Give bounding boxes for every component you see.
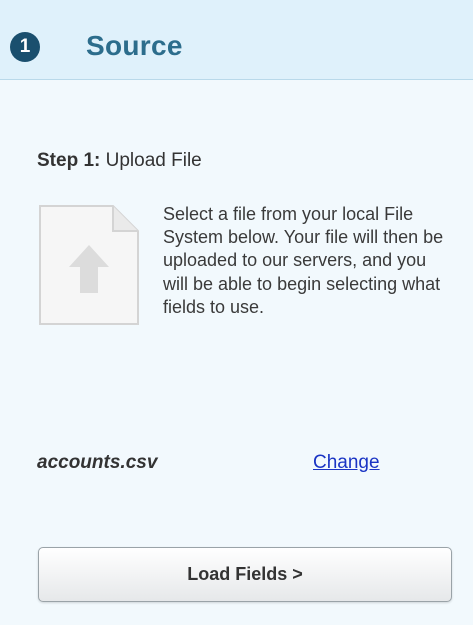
- file-upload-icon: [39, 205, 139, 325]
- panel-header: 1 Source: [0, 0, 473, 80]
- step-label: Step 1:: [37, 150, 101, 171]
- change-file-link[interactable]: Change: [313, 452, 380, 474]
- step-heading: Step 1: Upload File: [37, 150, 202, 172]
- upload-description: Select a file from your local File Syste…: [163, 204, 444, 317]
- panel-title: Source: [86, 30, 183, 61]
- selected-filename: accounts.csv: [37, 452, 158, 473]
- source-panel: 1 Source Step 1: Upload File Select a fi…: [0, 0, 473, 625]
- step-number-badge: 1: [10, 32, 40, 62]
- load-fields-button[interactable]: Load Fields >: [38, 547, 452, 602]
- step-name: Upload File: [105, 150, 202, 171]
